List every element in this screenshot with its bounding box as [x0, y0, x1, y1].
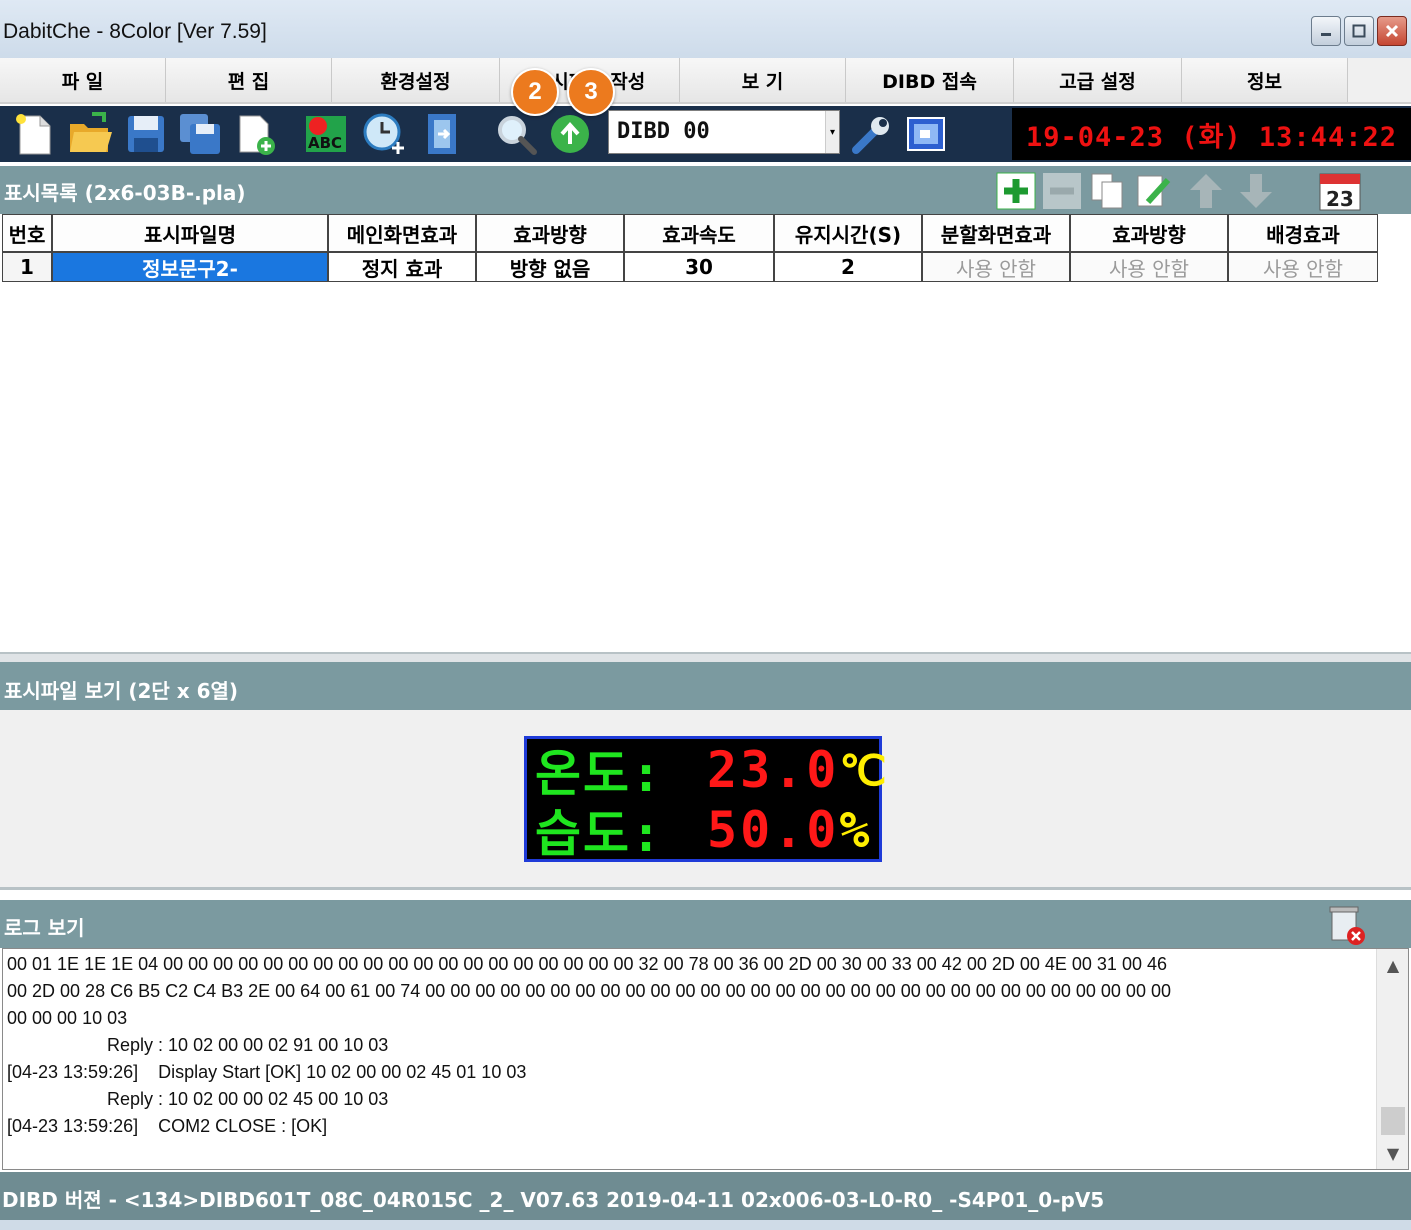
add-row-icon[interactable] [996, 172, 1036, 210]
preview-header: 표시파일 보기 (2단 x 6열) [0, 662, 1411, 710]
menu-bar: 파 일 편 집 환경설정 표시파일 작성 보 기 DIBD 접속 고급 설정 정… [0, 58, 1411, 104]
edit-icon[interactable] [1134, 172, 1174, 210]
column-header[interactable]: 효과방향 [476, 214, 624, 252]
search-icon[interactable] [494, 112, 538, 156]
calendar-icon[interactable]: 23 [1318, 170, 1362, 212]
preview-title: 표시파일 보기 (2단 x 6열) [4, 679, 239, 703]
log-line: 00 01 1E 1E 1E 04 00 00 00 00 00 00 00 0… [7, 954, 1167, 974]
display-settings-icon[interactable] [904, 112, 948, 156]
save-all-icon[interactable] [178, 112, 222, 156]
calendar-day: 23 [1326, 187, 1354, 211]
led-label-humidity: 습도: [535, 805, 664, 863]
clear-log-icon[interactable] [1326, 904, 1368, 946]
open-folder-icon[interactable] [68, 112, 112, 156]
svg-text:ABC: ABC [308, 134, 342, 152]
menu-file[interactable]: 파 일 [0, 58, 166, 102]
led-preview-display: 온도: 23.0 ℃ 습도: 50.0 % [524, 736, 887, 863]
menu-settings[interactable]: 환경설정 [332, 58, 500, 102]
minimize-button[interactable] [1311, 16, 1341, 46]
led-line-1: 온도: 23.0 ℃ [535, 741, 887, 803]
table-cell-main-effect[interactable]: 정지 효과 [328, 252, 476, 282]
minimize-icon [1321, 33, 1331, 36]
led-unit-temperature: ℃ [839, 745, 887, 795]
move-down-icon[interactable] [1236, 172, 1276, 210]
column-header[interactable]: 메인화면효과 [328, 214, 476, 252]
save-icon[interactable] [124, 112, 168, 156]
column-header[interactable]: 효과속도 [624, 214, 774, 252]
column-header[interactable]: 유지시간(S) [774, 214, 922, 252]
menu-edit[interactable]: 편 집 [166, 58, 332, 102]
led-line-2: 습도: 50.0 % [535, 801, 870, 863]
log-line: Reply : 10 02 00 00 02 45 00 10 03 [7, 1089, 389, 1109]
scroll-up-icon[interactable]: ▲ [1377, 949, 1408, 981]
maximize-button[interactable] [1344, 16, 1374, 46]
window-bottom-border [0, 1220, 1411, 1230]
led-value-humidity: 50.0 [707, 801, 840, 859]
table-cell-hold-time[interactable]: 2 [774, 252, 922, 282]
table-cell-effect-speed[interactable]: 30 [624, 252, 774, 282]
close-icon [1385, 24, 1399, 38]
remove-row-icon[interactable] [1042, 172, 1082, 210]
upload-icon[interactable] [548, 112, 592, 156]
menu-view[interactable]: 보 기 [680, 58, 846, 102]
chevron-down-icon[interactable]: ▾ [825, 111, 839, 153]
device-select-value: DIBD 00 [617, 119, 710, 144]
splitter[interactable] [0, 652, 1411, 662]
log-line: 00 00 00 10 03 [7, 1008, 128, 1028]
scroll-thumb[interactable] [1381, 1107, 1405, 1135]
scroll-down-icon[interactable]: ▼ [1377, 1137, 1408, 1169]
column-header[interactable]: 분할화면효과 [922, 214, 1070, 252]
column-header[interactable]: 번호 [2, 214, 52, 252]
table-cell-split-direction[interactable]: 사용 안함 [1070, 252, 1228, 282]
datetime-display: 19-04-23 (화) 13:44:22 [1012, 108, 1411, 160]
log-title: 로그 보기 [4, 916, 85, 940]
new-file-icon[interactable] [12, 112, 56, 156]
callout-badge-3: 3 [567, 68, 615, 116]
device-select[interactable]: DIBD 00 ▾ [608, 110, 840, 154]
log-header: 로그 보기 [0, 900, 1411, 948]
add-page-icon[interactable] [234, 112, 278, 156]
column-header[interactable]: 효과방향 [1070, 214, 1228, 252]
table-cell-background-effect[interactable]: 사용 안함 [1228, 252, 1378, 282]
log-line: 00 2D 00 28 C6 B5 C2 C4 B3 2E 00 64 00 6… [7, 981, 1171, 1001]
close-button[interactable] [1377, 16, 1407, 46]
led-value-temperature: 23.0 [707, 741, 840, 799]
menu-info[interactable]: 정보 [1182, 58, 1348, 102]
window-title: DabitChe - 8Color [Ver 7.59] [3, 20, 267, 43]
film-export-icon[interactable] [420, 112, 464, 156]
display-list-title: 표시목록 (2x6-03B-.pla) [4, 181, 246, 205]
log-scrollbar[interactable]: ▲ ▼ [1376, 949, 1408, 1169]
display-list-header: 표시목록 (2x6-03B-.pla) 23 [0, 166, 1411, 214]
firmware-version-text: DIBD 버젼 - <134>DIBD601T_08C_04R015C _2_ … [2, 1188, 1105, 1212]
menu-advanced[interactable]: 고급 설정 [1014, 58, 1182, 102]
status-bar: DIBD 버젼 - <134>DIBD601T_08C_04R015C _2_ … [0, 1172, 1411, 1220]
led-unit-humidity: % [839, 801, 870, 859]
move-up-icon[interactable] [1186, 172, 1226, 210]
maximize-icon [1352, 24, 1366, 38]
log-line: [04-23 13:59:26] Display Start [OK] 10 0… [7, 1062, 527, 1082]
table-cell-effect-direction[interactable]: 방향 없음 [476, 252, 624, 282]
wrench-icon[interactable] [850, 112, 894, 156]
table-row-number[interactable]: 1 [2, 252, 52, 282]
title-bar: DabitChe - 8Color [Ver 7.59] [0, 0, 1411, 60]
text-abc-icon[interactable]: ABC [304, 112, 348, 156]
log-line: Reply : 10 02 00 00 02 91 00 10 03 [7, 1035, 389, 1055]
log-line: [04-23 13:59:26] COM2 CLOSE : [OK] [7, 1116, 328, 1136]
column-header[interactable]: 배경효과 [1228, 214, 1378, 252]
callout-badge-2: 2 [511, 68, 559, 116]
table-cell-filename[interactable]: 정보문구2- [52, 252, 328, 282]
menu-dibd-connect[interactable]: DIBD 접속 [846, 58, 1014, 102]
copy-icon[interactable] [1088, 172, 1128, 210]
clock-add-icon[interactable] [362, 112, 406, 156]
log-textarea[interactable]: 00 01 1E 1E 1E 04 00 00 00 00 00 00 00 0… [2, 948, 1409, 1170]
window-controls [1311, 16, 1407, 46]
table-cell-split-effect[interactable]: 사용 안함 [922, 252, 1070, 282]
column-header[interactable]: 표시파일명 [52, 214, 328, 252]
